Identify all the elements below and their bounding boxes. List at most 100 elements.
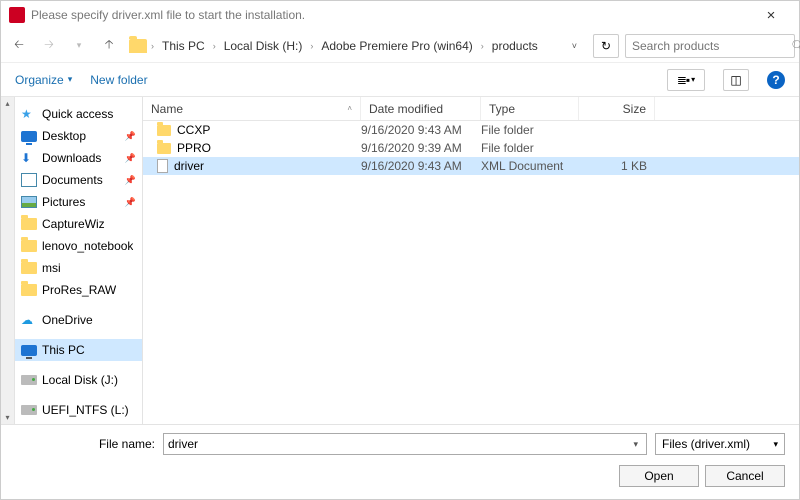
folder-icon bbox=[129, 39, 147, 53]
column-headers: Name˄ Date modified Type Size bbox=[143, 97, 799, 121]
cancel-button[interactable]: Cancel bbox=[705, 465, 785, 487]
filename-input[interactable] bbox=[168, 437, 629, 451]
file-icon bbox=[157, 159, 168, 173]
app-icon bbox=[9, 7, 25, 23]
file-rows: CCXP9/16/2020 9:43 AMFile folderPPRO9/16… bbox=[143, 121, 799, 424]
sidebar-item-lenovo[interactable]: lenovo_notebook bbox=[15, 235, 142, 257]
folder-icon bbox=[157, 143, 171, 154]
file-row[interactable]: driver9/16/2020 9:43 AMXML Document1 KB bbox=[143, 157, 799, 175]
pictures-icon bbox=[21, 196, 37, 208]
preview-pane-button[interactable]: ◫ bbox=[723, 69, 749, 91]
disk-icon bbox=[21, 405, 37, 415]
back-button[interactable]: 🡠 bbox=[5, 32, 33, 60]
filename-field[interactable]: ▾ bbox=[163, 433, 647, 455]
sidebar-item-desktop[interactable]: Desktop📌 bbox=[15, 125, 142, 147]
search-box[interactable]: 🔍︎ bbox=[625, 34, 795, 58]
sidebar-item-prores[interactable]: ProRes_RAW bbox=[15, 279, 142, 301]
chevron-right-icon: › bbox=[310, 41, 313, 51]
header-type[interactable]: Type bbox=[481, 97, 579, 120]
titlebar: Please specify driver.xml file to start … bbox=[1, 1, 799, 29]
desktop-icon bbox=[21, 131, 37, 142]
window-title: Please specify driver.xml file to start … bbox=[31, 8, 751, 22]
sidebar-item-pictures[interactable]: Pictures📌 bbox=[15, 191, 142, 213]
header-name[interactable]: Name˄ bbox=[143, 97, 361, 120]
sidebar-item-disk-j[interactable]: Local Disk (J:) bbox=[15, 369, 142, 391]
file-row[interactable]: CCXP9/16/2020 9:43 AMFile folder bbox=[143, 121, 799, 139]
chevron-down-icon: ▾ bbox=[773, 439, 778, 450]
forward-button[interactable]: 🡢 bbox=[35, 32, 63, 60]
up-button[interactable]: 🡡 bbox=[95, 32, 123, 60]
file-type-filter[interactable]: Files (driver.xml) ▾ bbox=[655, 433, 785, 455]
folder-icon bbox=[21, 284, 37, 296]
open-button[interactable]: Open bbox=[619, 465, 699, 487]
pin-icon: 📌 bbox=[125, 131, 136, 142]
chevron-right-icon: › bbox=[481, 41, 484, 51]
download-icon: ⬇ bbox=[21, 151, 37, 165]
organize-label: Organize bbox=[15, 73, 64, 87]
sidebar-item-onedrive[interactable]: ☁OneDrive bbox=[15, 309, 142, 331]
sidebar-item-documents[interactable]: Documents📌 bbox=[15, 169, 142, 191]
filename-history-dropdown[interactable]: ▾ bbox=[629, 439, 642, 450]
sidebar-item-this-pc[interactable]: This PC bbox=[15, 339, 142, 361]
breadcrumb[interactable]: products bbox=[488, 37, 542, 55]
breadcrumb[interactable]: Adobe Premiere Pro (win64) bbox=[317, 37, 476, 55]
filename-label: File name: bbox=[15, 437, 155, 451]
preview-icon: ◫ bbox=[730, 73, 741, 87]
scroll-up-icon[interactable]: ▴ bbox=[1, 99, 14, 108]
address-bar[interactable]: › This PC › Local Disk (H:) › Adobe Prem… bbox=[125, 34, 587, 58]
filter-label: Files (driver.xml) bbox=[662, 437, 750, 451]
file-name: driver bbox=[174, 159, 204, 173]
file-row[interactable]: PPRO9/16/2020 9:39 AMFile folder bbox=[143, 139, 799, 157]
file-name: PPRO bbox=[177, 141, 211, 155]
chevron-right-icon: › bbox=[213, 41, 216, 51]
chevron-right-icon: › bbox=[151, 41, 154, 51]
pin-icon: 📌 bbox=[125, 175, 136, 186]
view-options-button[interactable]: ≣▪ ▾ bbox=[667, 69, 705, 91]
sidebar-scrollbar[interactable]: ▴ ▾ bbox=[1, 97, 15, 424]
sidebar: ★Quick access Desktop📌 ⬇Downloads📌 Docum… bbox=[15, 97, 143, 424]
sort-asc-icon: ˄ bbox=[347, 104, 352, 113]
scroll-down-icon[interactable]: ▾ bbox=[1, 413, 14, 422]
file-type: File folder bbox=[481, 141, 579, 155]
header-date[interactable]: Date modified bbox=[361, 97, 481, 120]
close-icon[interactable]: × bbox=[751, 7, 791, 24]
organize-menu[interactable]: Organize ▾ bbox=[15, 73, 72, 87]
file-size: 1 KB bbox=[579, 159, 655, 173]
folder-icon bbox=[21, 262, 37, 274]
list-view-icon: ≣▪ bbox=[677, 73, 689, 87]
folder-icon bbox=[21, 240, 37, 252]
disk-icon bbox=[21, 375, 37, 385]
header-size[interactable]: Size bbox=[579, 97, 655, 120]
recent-dropdown[interactable]: ▾ bbox=[65, 32, 93, 60]
folder-icon bbox=[21, 218, 37, 230]
breadcrumb[interactable]: This PC bbox=[158, 37, 209, 55]
search-input[interactable] bbox=[632, 39, 787, 53]
refresh-button[interactable]: ↻ bbox=[593, 34, 619, 58]
navbar: 🡠 🡢 ▾ 🡡 › This PC › Local Disk (H:) › Ad… bbox=[1, 29, 799, 63]
address-dropdown[interactable]: ˅ bbox=[566, 41, 583, 51]
sidebar-item-quick-access[interactable]: ★Quick access bbox=[15, 103, 142, 125]
new-folder-button[interactable]: New folder bbox=[90, 73, 147, 87]
main: ▴ ▾ ★Quick access Desktop📌 ⬇Downloads📌 D… bbox=[1, 97, 799, 424]
breadcrumb[interactable]: Local Disk (H:) bbox=[220, 37, 307, 55]
toolbar: Organize ▾ New folder ≣▪ ▾ ◫ ? bbox=[1, 63, 799, 97]
file-list: Name˄ Date modified Type Size CCXP 9/16/2… bbox=[143, 97, 799, 424]
help-button[interactable]: ? bbox=[767, 71, 785, 89]
file-date: 9/16/2020 9:43 AM bbox=[361, 159, 481, 173]
document-icon bbox=[21, 173, 37, 187]
sidebar-item-downloads[interactable]: ⬇Downloads📌 bbox=[15, 147, 142, 169]
file-name: CCXP bbox=[177, 123, 210, 137]
cloud-icon: ☁ bbox=[21, 313, 37, 327]
pin-icon: 📌 bbox=[125, 153, 136, 164]
chevron-down-icon: ▾ bbox=[68, 74, 73, 85]
folder-icon bbox=[157, 125, 171, 136]
search-icon: 🔍︎ bbox=[791, 39, 800, 53]
pc-icon bbox=[21, 345, 37, 356]
sidebar-item-msi[interactable]: msi bbox=[15, 257, 142, 279]
chevron-down-icon: ▾ bbox=[691, 75, 695, 84]
sidebar-item-capturewiz[interactable]: CaptureWiz bbox=[15, 213, 142, 235]
star-icon: ★ bbox=[21, 107, 37, 121]
file-date: 9/16/2020 9:43 AM bbox=[361, 123, 481, 137]
sidebar-item-uefi[interactable]: UEFI_NTFS (L:) bbox=[15, 399, 142, 421]
footer: File name: ▾ Files (driver.xml) ▾ Open C… bbox=[1, 424, 799, 499]
